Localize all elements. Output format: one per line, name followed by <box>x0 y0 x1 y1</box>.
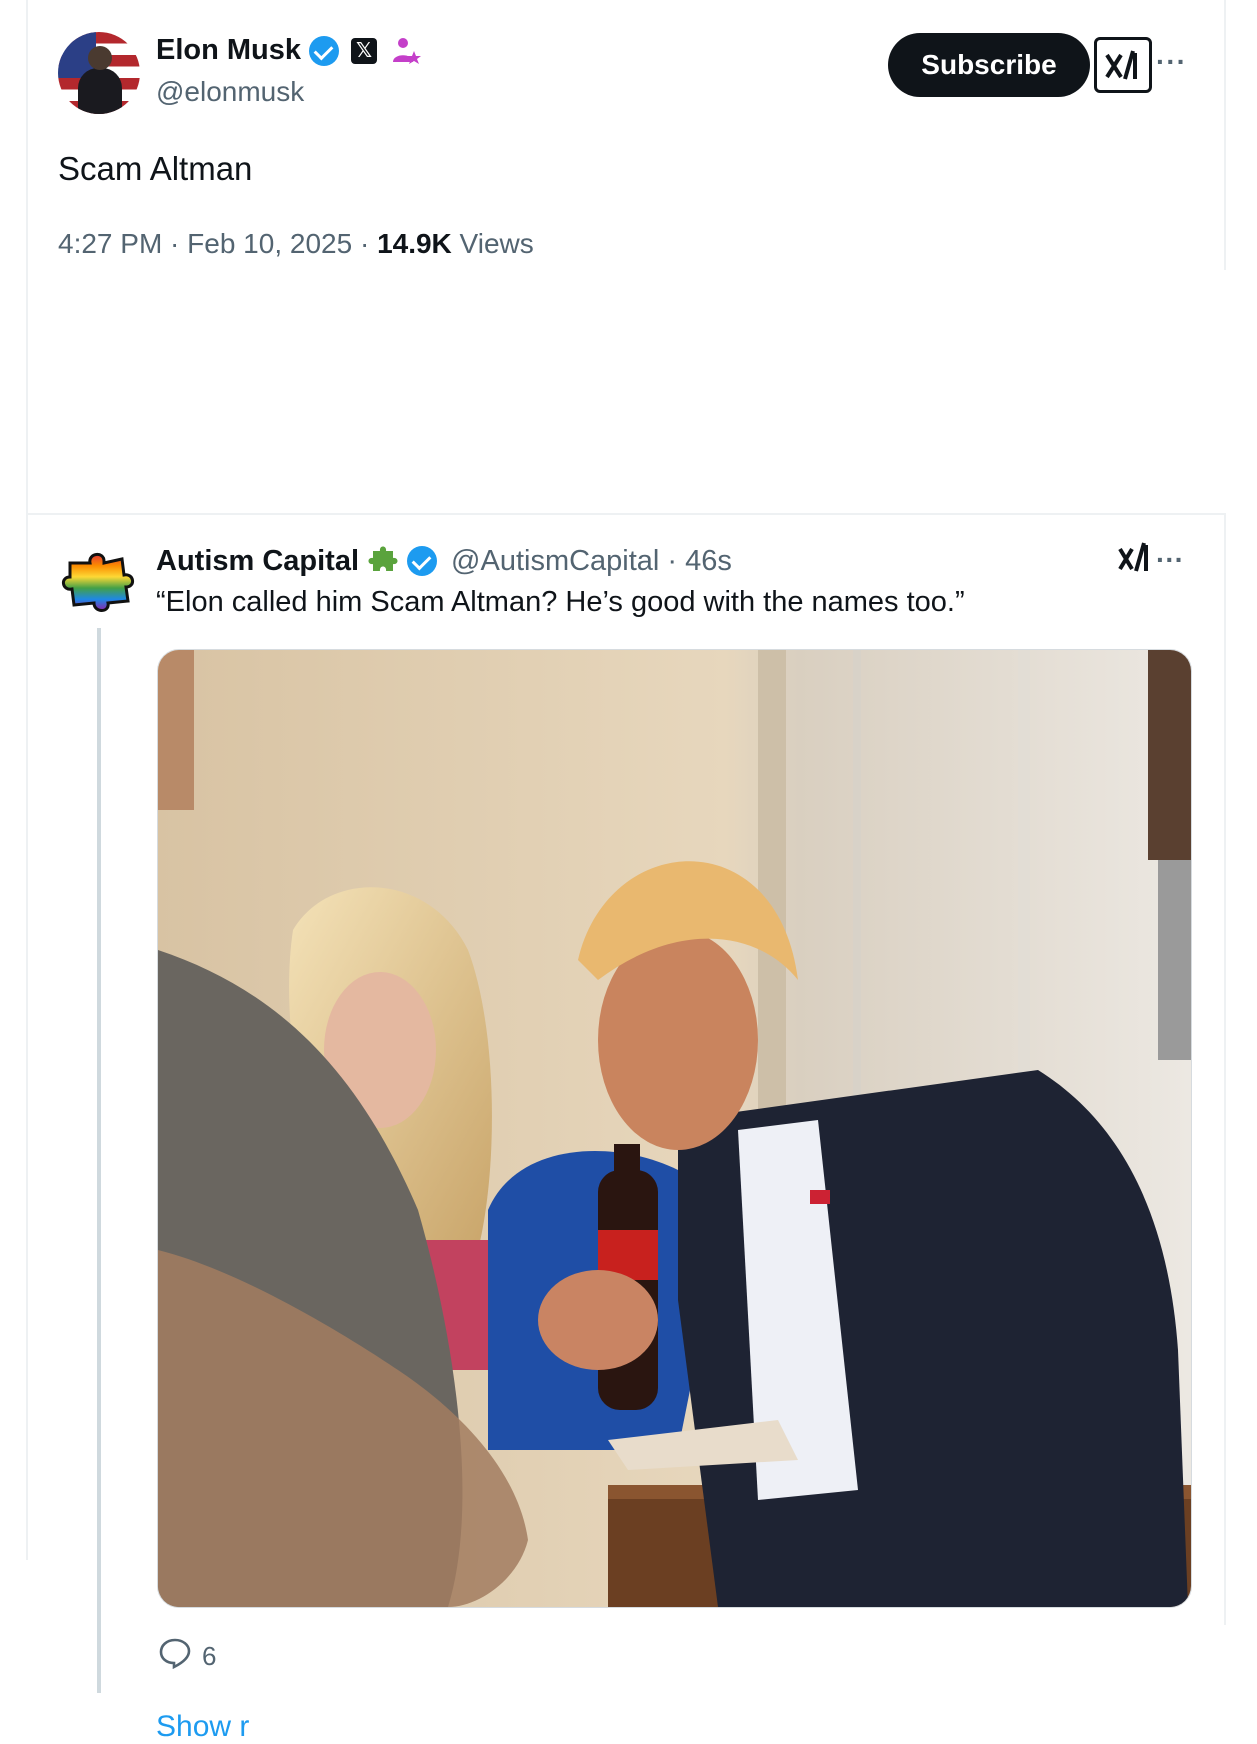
grok-icon[interactable] <box>1094 37 1152 93</box>
more-icon[interactable]: ··· <box>1156 544 1184 576</box>
frame-border-right <box>1224 515 1226 1625</box>
author-handle[interactable]: @elonmusk <box>156 76 304 108</box>
puzzle-avatar-icon[interactable] <box>60 545 138 613</box>
tweet-media-image[interactable] <box>157 649 1192 1608</box>
views-count: 14.9K <box>377 228 452 259</box>
author-name-row[interactable]: Elon Musk 𝕏 <box>156 34 422 67</box>
reply-bubble-icon <box>158 1637 192 1676</box>
author-name[interactable]: Elon Musk <box>156 34 301 67</box>
x-logo-icon[interactable]: 𝕏 <box>351 37 378 64</box>
frame-border-right-top <box>1224 0 1226 270</box>
avatar[interactable] <box>58 32 140 114</box>
reply-count: 6 <box>202 1641 217 1671</box>
reply-author-handle[interactable]: @AutismCapital · 46s <box>451 545 732 578</box>
grok-icon[interactable] <box>1118 541 1152 581</box>
frame-border-left <box>26 0 28 1560</box>
reply-author-row[interactable]: Autism Capital @AutismCapital · 46s <box>156 541 732 581</box>
person-star-icon[interactable] <box>391 36 422 66</box>
tweet-divider <box>26 513 1226 515</box>
subscribe-button[interactable]: Subscribe <box>888 33 1090 97</box>
avatar-figure-head <box>88 46 112 70</box>
reply-author-name[interactable]: Autism Capital <box>156 545 359 578</box>
tweet-text: Scam Altman <box>58 150 253 187</box>
verified-badge-icon[interactable] <box>407 546 438 576</box>
puzzle-piece-icon <box>367 541 399 581</box>
tweet-timestamp[interactable]: 4:27 PM · Feb 10, 2025 · <box>58 228 377 259</box>
tweet-meta: 4:27 PM · Feb 10, 2025 · 14.9K Views <box>58 228 534 260</box>
reply-text: “Elon called him Scam Altman? He’s good … <box>156 586 965 618</box>
views-label: Views <box>451 228 534 259</box>
thread-connector-line <box>97 628 101 1693</box>
show-more-link[interactable]: Show r <box>156 1710 249 1744</box>
verified-badge-icon[interactable] <box>309 35 340 66</box>
reply-button[interactable]: 6 <box>158 1637 216 1676</box>
more-icon[interactable]: ··· <box>1156 46 1187 78</box>
avatar-figure-body <box>78 68 122 114</box>
